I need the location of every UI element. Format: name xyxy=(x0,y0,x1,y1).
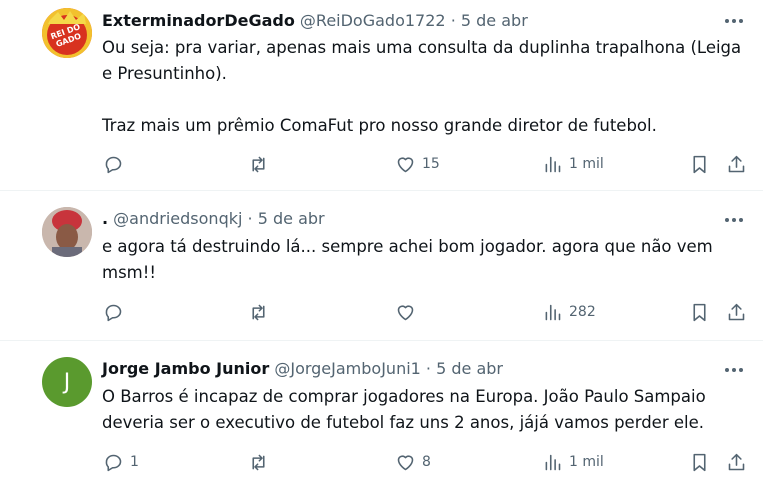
views-button[interactable]: 1 mil xyxy=(542,149,604,179)
reply-icon xyxy=(105,156,122,173)
like-button[interactable] xyxy=(395,297,422,327)
views-count: 1 mil xyxy=(569,156,604,172)
separator: · xyxy=(425,359,432,378)
views-button[interactable]: 1 mil xyxy=(542,447,604,477)
reply-button[interactable]: 1 xyxy=(103,447,139,477)
tweet[interactable]: J Jorge Jambo Junior @JorgeJamboJuni1 · … xyxy=(0,341,763,480)
views-icon xyxy=(545,454,561,470)
more-button[interactable] xyxy=(721,358,747,382)
display-name[interactable]: ExterminadorDeGado xyxy=(102,11,295,30)
bookmark-icon xyxy=(693,453,706,471)
user-handle[interactable]: @andriedsonqkj xyxy=(113,209,242,228)
share-button[interactable] xyxy=(726,447,747,477)
profile-photo xyxy=(42,207,92,257)
like-count: 15 xyxy=(422,156,440,172)
views-button[interactable]: 282 xyxy=(542,297,596,327)
tweet-text-content: O Barros é incapaz de comprar jogadores … xyxy=(102,387,706,432)
tweet-date[interactable]: 5 de abr xyxy=(258,209,325,228)
tweet-actions: 15 1 mil xyxy=(0,149,763,179)
user-handle[interactable]: @ReiDoGado1722 xyxy=(300,11,446,30)
bookmark-button[interactable] xyxy=(689,297,710,327)
tweet[interactable]: REI DO GADO ExterminadorDeGado @ReiDoGad… xyxy=(0,0,763,191)
avatar[interactable]: REI DO GADO xyxy=(42,8,92,58)
retweet-button[interactable] xyxy=(248,149,275,179)
like-icon xyxy=(397,156,414,172)
tweet-text: Ou seja: pra variar, apenas mais uma con… xyxy=(102,35,752,139)
like-button[interactable]: 15 xyxy=(395,149,440,179)
retweet-button[interactable] xyxy=(248,297,275,327)
retweet-button[interactable] xyxy=(248,447,275,477)
tweet-date[interactable]: 5 de abr xyxy=(436,359,503,378)
reply-button[interactable] xyxy=(103,149,130,179)
display-name[interactable]: . xyxy=(102,209,108,228)
more-icon xyxy=(725,368,743,372)
display-name[interactable]: Jorge Jambo Junior xyxy=(102,359,269,378)
tweet-header: ExterminadorDeGado @ReiDoGado1722 · 5 de… xyxy=(102,9,528,33)
rei-do-gado-logo: REI DO GADO xyxy=(42,8,92,58)
avatar[interactable]: J xyxy=(42,357,92,407)
retweet-icon xyxy=(252,454,265,470)
tweet-date[interactable]: 5 de abr xyxy=(461,11,528,30)
tweet-text: O Barros é incapaz de comprar jogadores … xyxy=(102,384,752,436)
like-icon xyxy=(397,454,414,470)
views-count: 1 mil xyxy=(569,454,604,470)
retweet-icon xyxy=(252,304,265,320)
views-icon xyxy=(545,304,561,320)
reply-icon xyxy=(105,304,122,321)
avatar[interactable] xyxy=(42,207,92,257)
views-count: 282 xyxy=(569,304,596,320)
tweet-text-content: e agora tá destruindo lá... sempre achei… xyxy=(102,237,713,282)
like-icon xyxy=(397,304,414,320)
tweet[interactable]: . @andriedsonqkj · 5 de abr e agora tá d… xyxy=(0,191,763,341)
reply-icon xyxy=(105,454,122,471)
retweet-icon xyxy=(252,156,265,172)
reply-button[interactable] xyxy=(103,297,130,327)
tweet-text-content: Ou seja: pra variar, apenas mais uma con… xyxy=(102,38,742,135)
bookmark-icon xyxy=(693,155,706,173)
bookmark-icon xyxy=(693,303,706,321)
user-handle[interactable]: @JorgeJamboJuni1 xyxy=(274,359,420,378)
avatar-initial: J xyxy=(63,369,71,395)
share-icon xyxy=(728,453,745,470)
separator: · xyxy=(450,11,456,30)
reply-count: 1 xyxy=(130,454,139,470)
share-icon xyxy=(728,303,745,320)
bookmark-button[interactable] xyxy=(689,447,710,477)
share-button[interactable] xyxy=(726,297,747,327)
tweet-text: e agora tá destruindo lá... sempre achei… xyxy=(102,234,752,286)
more-icon xyxy=(725,19,743,23)
tweet-actions: 1 8 1 mil xyxy=(0,447,763,477)
more-icon xyxy=(725,218,743,222)
share-button[interactable] xyxy=(726,149,747,179)
tweet-header: Jorge Jambo Junior @JorgeJamboJuni1 · 5 … xyxy=(102,357,503,381)
bookmark-button[interactable] xyxy=(689,149,710,179)
more-button[interactable] xyxy=(721,208,747,232)
separator: · xyxy=(247,209,253,228)
tweet-header: . @andriedsonqkj · 5 de abr xyxy=(102,207,325,231)
share-icon xyxy=(728,155,745,172)
like-button[interactable]: 8 xyxy=(395,447,431,477)
tweet-actions: 282 xyxy=(0,297,763,327)
like-count: 8 xyxy=(422,454,431,470)
more-button[interactable] xyxy=(721,9,747,33)
views-icon xyxy=(545,156,561,172)
